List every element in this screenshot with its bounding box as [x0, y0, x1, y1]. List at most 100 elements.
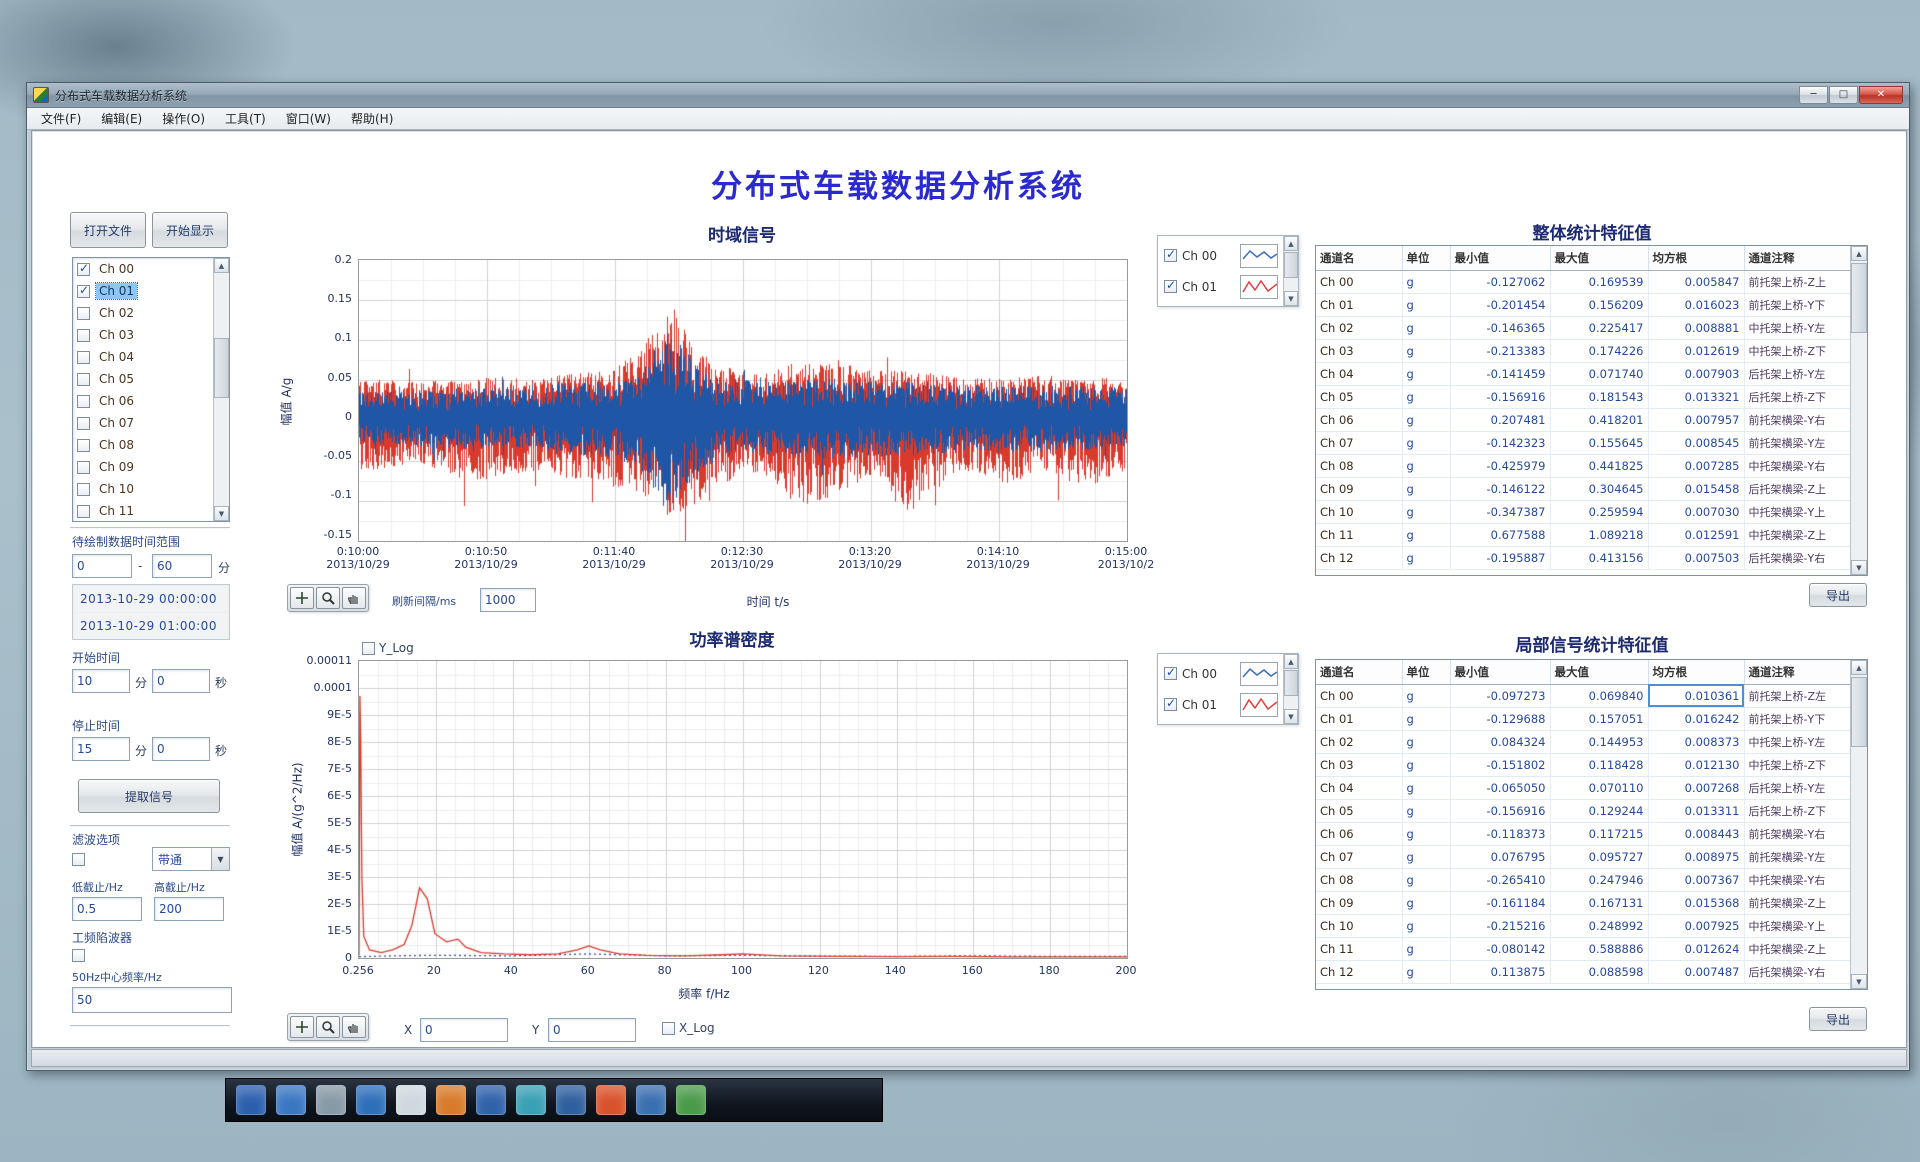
- taskbar-icon[interactable]: [516, 1085, 546, 1115]
- channel-checkbox[interactable]: [77, 285, 90, 298]
- table-cell[interactable]: 0.441825: [1550, 454, 1648, 477]
- table-cell[interactable]: 0.016242: [1648, 707, 1744, 730]
- table-header[interactable]: 最小值: [1450, 246, 1550, 270]
- menu-item-0[interactable]: 文件(F): [31, 108, 91, 129]
- channel-item[interactable]: Ch 07: [73, 412, 213, 434]
- scroll-up-icon[interactable]: ▲: [1851, 660, 1867, 675]
- table-cell[interactable]: g: [1402, 960, 1450, 983]
- stop-min-input[interactable]: [72, 737, 130, 761]
- table-row[interactable]: Ch 08g-0.2654100.2479460.007367中托架横梁-Y右: [1316, 868, 1852, 891]
- table-cell[interactable]: 中托架上桥-Z下: [1744, 753, 1852, 776]
- legend-checkbox[interactable]: [1164, 280, 1177, 293]
- close-button[interactable]: ✕: [1859, 86, 1903, 104]
- table-cell[interactable]: -0.129688: [1450, 707, 1550, 730]
- table-cell[interactable]: Ch 10: [1316, 500, 1402, 523]
- window-titlebar[interactable]: 分布式车载数据分析系统 ─ □ ✕: [27, 83, 1909, 108]
- table-cell[interactable]: 中托架横梁-Y右: [1744, 868, 1852, 891]
- channel-item[interactable]: Ch 00: [73, 258, 213, 280]
- table-row[interactable]: Ch 10g-0.2152160.2489920.007925中托架横梁-Y上: [1316, 914, 1852, 937]
- ylog-toggle[interactable]: Y_Log: [362, 641, 414, 655]
- table-cell[interactable]: 0.413156: [1550, 546, 1648, 569]
- scroll-up-icon[interactable]: ▲: [1284, 236, 1298, 251]
- table-cell[interactable]: 0.007925: [1648, 914, 1744, 937]
- table-header[interactable]: 单位: [1402, 246, 1450, 270]
- table-cell[interactable]: Ch 08: [1316, 454, 1402, 477]
- table-cell[interactable]: g: [1402, 431, 1450, 454]
- table-cell[interactable]: 后托架上桥-Z下: [1744, 799, 1852, 822]
- channel-checkbox[interactable]: [77, 263, 90, 276]
- table-cell[interactable]: 后托架上桥-Y左: [1744, 362, 1852, 385]
- table-cell[interactable]: g: [1402, 385, 1450, 408]
- table-cell[interactable]: 0.156209: [1550, 293, 1648, 316]
- scroll-down-icon[interactable]: ▼: [1284, 709, 1298, 724]
- channel-item[interactable]: Ch 04: [73, 346, 213, 368]
- table-cell[interactable]: 0.304645: [1550, 477, 1648, 500]
- export-local-button[interactable]: 导出: [1809, 1007, 1867, 1031]
- table-cell[interactable]: 中托架上桥-Y左: [1744, 316, 1852, 339]
- table-header[interactable]: 最大值: [1550, 246, 1648, 270]
- menu-item-4[interactable]: 窗口(W): [276, 108, 341, 129]
- menu-item-5[interactable]: 帮助(H): [341, 108, 403, 129]
- zoom-tool-icon[interactable]: [316, 1016, 340, 1038]
- table-row[interactable]: Ch 03g-0.1518020.1184280.012130中托架上桥-Z下: [1316, 753, 1852, 776]
- table-cell[interactable]: -0.156916: [1450, 385, 1550, 408]
- crosshair-tool-icon[interactable]: [290, 587, 314, 609]
- cursor-y-input[interactable]: [548, 1018, 636, 1042]
- table-cell[interactable]: Ch 00: [1316, 684, 1402, 707]
- taskbar-icon[interactable]: [396, 1085, 426, 1115]
- table-cell[interactable]: Ch 05: [1316, 385, 1402, 408]
- taskbar-icon[interactable]: [356, 1085, 386, 1115]
- table-cell[interactable]: 后托架横梁-Y右: [1744, 546, 1852, 569]
- export-global-button[interactable]: 导出: [1809, 583, 1867, 607]
- table-cell[interactable]: 0.008443: [1648, 822, 1744, 845]
- table-cell[interactable]: 0.076795: [1450, 845, 1550, 868]
- table-cell[interactable]: 0.007268: [1648, 776, 1744, 799]
- scroll-down-icon[interactable]: ▼: [1851, 974, 1867, 989]
- table-header[interactable]: 均方根: [1648, 246, 1744, 270]
- table-cell[interactable]: 0.007487: [1648, 960, 1744, 983]
- start-sec-input[interactable]: [152, 669, 210, 693]
- table-row[interactable]: Ch 02g-0.1463650.2254170.008881中托架上桥-Y左: [1316, 316, 1852, 339]
- table-cell[interactable]: -0.097273: [1450, 684, 1550, 707]
- legend-line-sample[interactable]: [1240, 275, 1278, 299]
- table-cell[interactable]: 中托架横梁-Y上: [1744, 500, 1852, 523]
- table-cell[interactable]: -0.161184: [1450, 891, 1550, 914]
- channel-checkbox[interactable]: [77, 417, 90, 430]
- table-scrollbar[interactable]: ▲▼: [1850, 246, 1867, 575]
- taskbar-icon[interactable]: [676, 1085, 706, 1115]
- table-cell[interactable]: 0.157051: [1550, 707, 1648, 730]
- zoom-tool-icon[interactable]: [316, 587, 340, 609]
- table-row[interactable]: Ch 06g0.2074810.4182010.007957前托架横梁-Y右: [1316, 408, 1852, 431]
- taskbar-icon[interactable]: [236, 1085, 266, 1115]
- table-row[interactable]: Ch 12g0.1138750.0885980.007487后托架横梁-Y右: [1316, 960, 1852, 983]
- table-cell[interactable]: g: [1402, 799, 1450, 822]
- table-cell[interactable]: 0.174226: [1550, 339, 1648, 362]
- channel-checkbox[interactable]: [77, 329, 90, 342]
- table-cell[interactable]: g: [1402, 730, 1450, 753]
- table-cell[interactable]: g: [1402, 270, 1450, 293]
- taskbar-icon[interactable]: [436, 1085, 466, 1115]
- table-cell[interactable]: Ch 12: [1316, 960, 1402, 983]
- table-cell[interactable]: 0.167131: [1550, 891, 1648, 914]
- table-header[interactable]: 通道注释: [1744, 246, 1852, 270]
- scroll-thumb[interactable]: [1284, 670, 1298, 696]
- table-cell[interactable]: g: [1402, 408, 1450, 431]
- table-cell[interactable]: g: [1402, 500, 1450, 523]
- scroll-thumb[interactable]: [1851, 677, 1867, 747]
- legend-line-sample[interactable]: [1240, 693, 1278, 717]
- table-cell[interactable]: 0.012130: [1648, 753, 1744, 776]
- table-cell[interactable]: 0.015368: [1648, 891, 1744, 914]
- table-cell[interactable]: 0.013311: [1648, 799, 1744, 822]
- table-row[interactable]: Ch 07g-0.1423230.1556450.008545前托架横梁-Y左: [1316, 431, 1852, 454]
- start-display-button[interactable]: 开始显示: [152, 212, 228, 248]
- filter-type-dropdown[interactable]: 带通 ▼: [152, 847, 230, 871]
- taskbar-icon[interactable]: [276, 1085, 306, 1115]
- range-to-input[interactable]: [152, 554, 212, 578]
- taskbar-icon[interactable]: [636, 1085, 666, 1115]
- table-cell[interactable]: -0.141459: [1450, 362, 1550, 385]
- table-cell[interactable]: g: [1402, 868, 1450, 891]
- table-cell[interactable]: Ch 06: [1316, 408, 1402, 431]
- table-row[interactable]: Ch 03g-0.2133830.1742260.012619中托架上桥-Z下: [1316, 339, 1852, 362]
- maximize-button[interactable]: □: [1829, 86, 1858, 104]
- table-row[interactable]: Ch 07g0.0767950.0957270.008975前托架横梁-Y左: [1316, 845, 1852, 868]
